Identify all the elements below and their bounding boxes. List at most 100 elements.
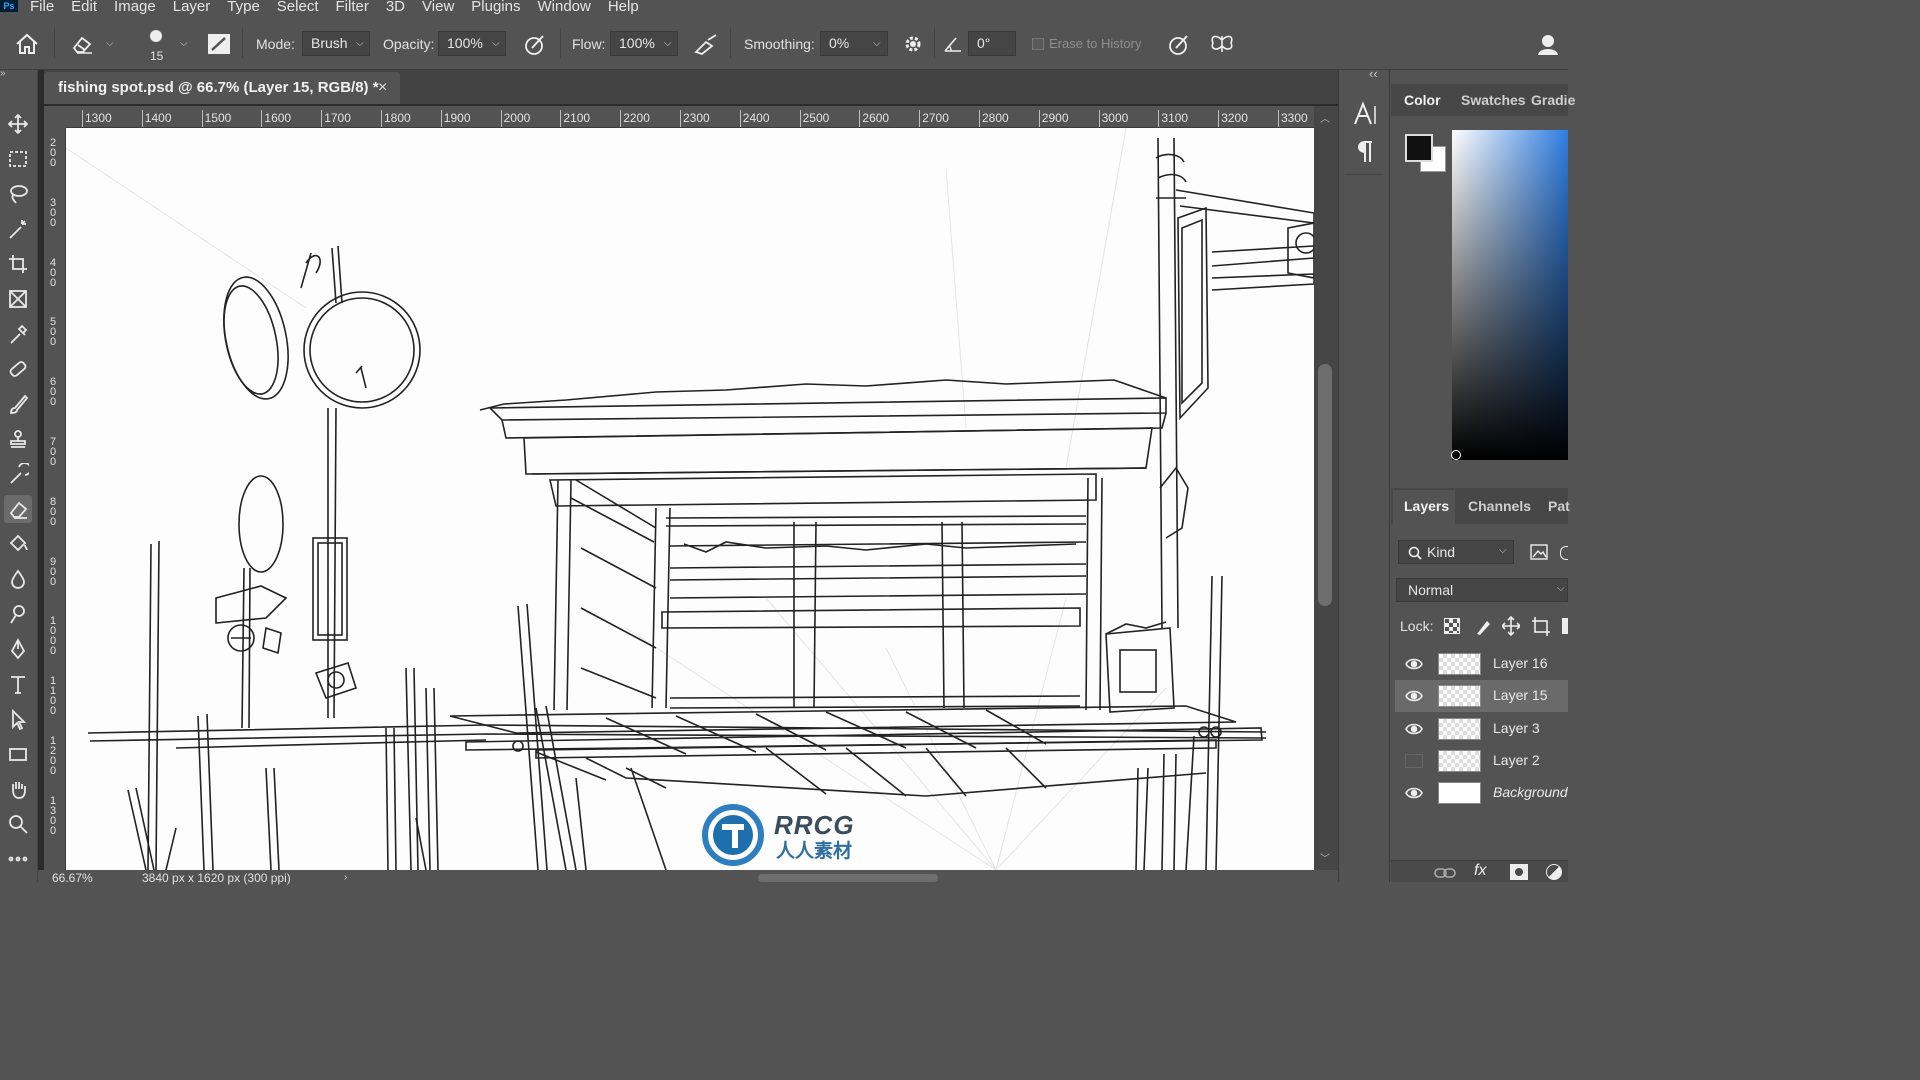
zoom-level[interactable]: 66.67% xyxy=(52,870,93,886)
color-picker-cursor[interactable] xyxy=(1451,450,1461,460)
menu-select[interactable]: Select xyxy=(277,0,319,14)
zoom-icon[interactable] xyxy=(4,810,32,838)
tab-color[interactable]: Color xyxy=(1404,92,1441,108)
angle-input[interactable]: 0° xyxy=(968,31,1016,56)
paint-bucket-icon[interactable] xyxy=(4,530,32,558)
brush-tip-icon[interactable] xyxy=(150,30,162,42)
horizontal-ruler[interactable]: 1300 1400 1500 1600 1700 1800 1900 2000 2100 2200… xyxy=(66,106,1314,128)
layer-row[interactable]: Background xyxy=(1395,777,1568,809)
filter-image-icon[interactable] xyxy=(1530,544,1548,560)
link-icon[interactable] xyxy=(1434,866,1456,880)
filter-adjustment-icon[interactable] xyxy=(1560,546,1568,560)
tab-swatches[interactable]: Swatches xyxy=(1461,92,1526,108)
menu-view[interactable]: View xyxy=(422,0,454,14)
scroll-down-icon[interactable]: ﹀ xyxy=(1320,850,1330,865)
eye-icon[interactable] xyxy=(1405,657,1423,671)
path-select-icon[interactable] xyxy=(4,705,32,733)
foreground-color-swatch[interactable] xyxy=(1405,134,1433,162)
character-panel-icon[interactable] xyxy=(1351,100,1379,128)
menu-3d[interactable]: 3D xyxy=(386,0,405,14)
erase-to-history-checkbox[interactable] xyxy=(1032,38,1044,50)
pressure-size-icon[interactable] xyxy=(1166,32,1192,56)
layer-row[interactable]: Layer 2 xyxy=(1395,745,1568,777)
menu-plugins[interactable]: Plugins xyxy=(471,0,520,14)
document-info[interactable]: 3840 px x 1620 px (300 ppi) xyxy=(142,870,291,886)
gear-icon[interactable] xyxy=(900,32,926,56)
menu-layer[interactable]: Layer xyxy=(173,0,211,14)
magic-wand-icon[interactable] xyxy=(4,215,32,243)
frame-icon[interactable] xyxy=(4,285,32,313)
canvas[interactable]: RRCG 人人素材 xyxy=(66,128,1314,870)
layer-filter-select[interactable]: Kind ⌵ xyxy=(1398,540,1514,564)
photoshop-logo[interactable]: Ps xyxy=(0,0,18,12)
tab-layers[interactable]: Layers xyxy=(1404,498,1449,514)
chevron-down-icon[interactable]: ⌵ xyxy=(180,38,188,49)
paragraph-panel-icon[interactable] xyxy=(1351,138,1379,166)
menu-window[interactable]: Window xyxy=(537,0,590,14)
tab-paths[interactable]: Pat xyxy=(1548,498,1570,514)
user-account-icon[interactable] xyxy=(1536,32,1562,56)
clone-stamp-icon[interactable] xyxy=(4,425,32,453)
horizontal-scroll-thumb[interactable] xyxy=(758,874,938,882)
eye-icon[interactable] xyxy=(1405,689,1423,703)
tab-channels[interactable]: Channels xyxy=(1468,498,1531,514)
close-icon[interactable]: × xyxy=(378,79,387,97)
pen-icon[interactable] xyxy=(4,635,32,663)
chevron-down-icon[interactable]: ⌵ xyxy=(106,38,114,49)
collapse-panels-icon[interactable]: ‹‹ xyxy=(1369,66,1378,81)
airbrush-icon[interactable] xyxy=(692,32,720,56)
healing-brush-icon[interactable] xyxy=(4,355,32,383)
blend-mode-select[interactable]: Normal ⌵ xyxy=(1396,578,1568,602)
layer-row[interactable]: Layer 16 xyxy=(1395,648,1568,680)
more-tools-icon[interactable] xyxy=(4,845,32,873)
type-icon[interactable] xyxy=(4,670,32,698)
brush-icon[interactable] xyxy=(4,390,32,418)
scroll-thumb[interactable] xyxy=(1318,364,1332,606)
home-icon[interactable] xyxy=(14,32,40,56)
move-icon[interactable] xyxy=(4,110,32,138)
hand-icon[interactable] xyxy=(4,775,32,803)
chevron-down-icon[interactable]: ⌵ xyxy=(492,38,500,49)
lock-all-icon[interactable] xyxy=(1562,618,1568,634)
lock-artboard-icon[interactable] xyxy=(1532,616,1550,636)
brush-settings-icon[interactable] xyxy=(206,32,232,56)
document-tab[interactable]: fishing spot.psd @ 66.7% (Layer 15, RGB/… xyxy=(44,72,400,104)
eraser-icon[interactable] xyxy=(4,495,32,523)
menu-help[interactable]: Help xyxy=(608,0,639,14)
chevron-down-icon[interactable]: ⌵ xyxy=(356,38,364,49)
dodge-icon[interactable] xyxy=(4,600,32,628)
vertical-scrollbar[interactable]: ︿ ﹀ xyxy=(1314,106,1338,870)
visibility-toggle[interactable] xyxy=(1405,753,1423,768)
ruler-origin[interactable] xyxy=(44,106,66,128)
symmetry-butterfly-icon[interactable] xyxy=(1208,32,1236,56)
lock-pixels-icon[interactable] xyxy=(1474,616,1492,636)
menu-file[interactable]: File xyxy=(30,0,54,14)
menu-image[interactable]: Image xyxy=(114,0,156,14)
erase-to-history-label[interactable]: Erase to History xyxy=(1049,36,1141,51)
fx-icon[interactable]: fx xyxy=(1474,862,1486,880)
tab-gradients[interactable]: Gradie xyxy=(1531,92,1575,108)
chevron-down-icon[interactable]: ⌵ xyxy=(873,38,881,49)
menu-edit[interactable]: Edit xyxy=(71,0,97,14)
rectangle-icon[interactable] xyxy=(4,740,32,768)
chevron-right-icon[interactable]: › xyxy=(344,870,347,886)
toolbar-collapse-icon[interactable]: » xyxy=(0,68,6,79)
eyedropper-icon[interactable] xyxy=(4,320,32,348)
mask-icon[interactable] xyxy=(1510,864,1528,880)
color-picker-field[interactable] xyxy=(1452,130,1568,460)
eraser-tool-preset-icon[interactable] xyxy=(70,33,96,55)
pressure-opacity-icon[interactable] xyxy=(522,32,548,56)
eye-icon[interactable] xyxy=(1405,722,1423,736)
menu-type[interactable]: Type xyxy=(227,0,260,14)
layer-row[interactable]: Layer 3 xyxy=(1395,713,1568,745)
menu-filter[interactable]: Filter xyxy=(336,0,369,14)
crop-icon[interactable] xyxy=(4,250,32,278)
scroll-up-icon[interactable]: ︿ xyxy=(1320,110,1330,125)
eye-icon[interactable] xyxy=(1405,786,1423,800)
blur-icon[interactable] xyxy=(4,565,32,593)
adjustment-icon[interactable] xyxy=(1546,864,1562,880)
lock-transparency-icon[interactable] xyxy=(1444,618,1460,634)
layer-row[interactable]: Layer 15 xyxy=(1395,680,1568,713)
history-brush-icon[interactable] xyxy=(4,460,32,488)
vertical-ruler[interactable]: 200 300 400 500 600 700 800 900 1000 1100 1200 1300 xyxy=(44,128,66,870)
